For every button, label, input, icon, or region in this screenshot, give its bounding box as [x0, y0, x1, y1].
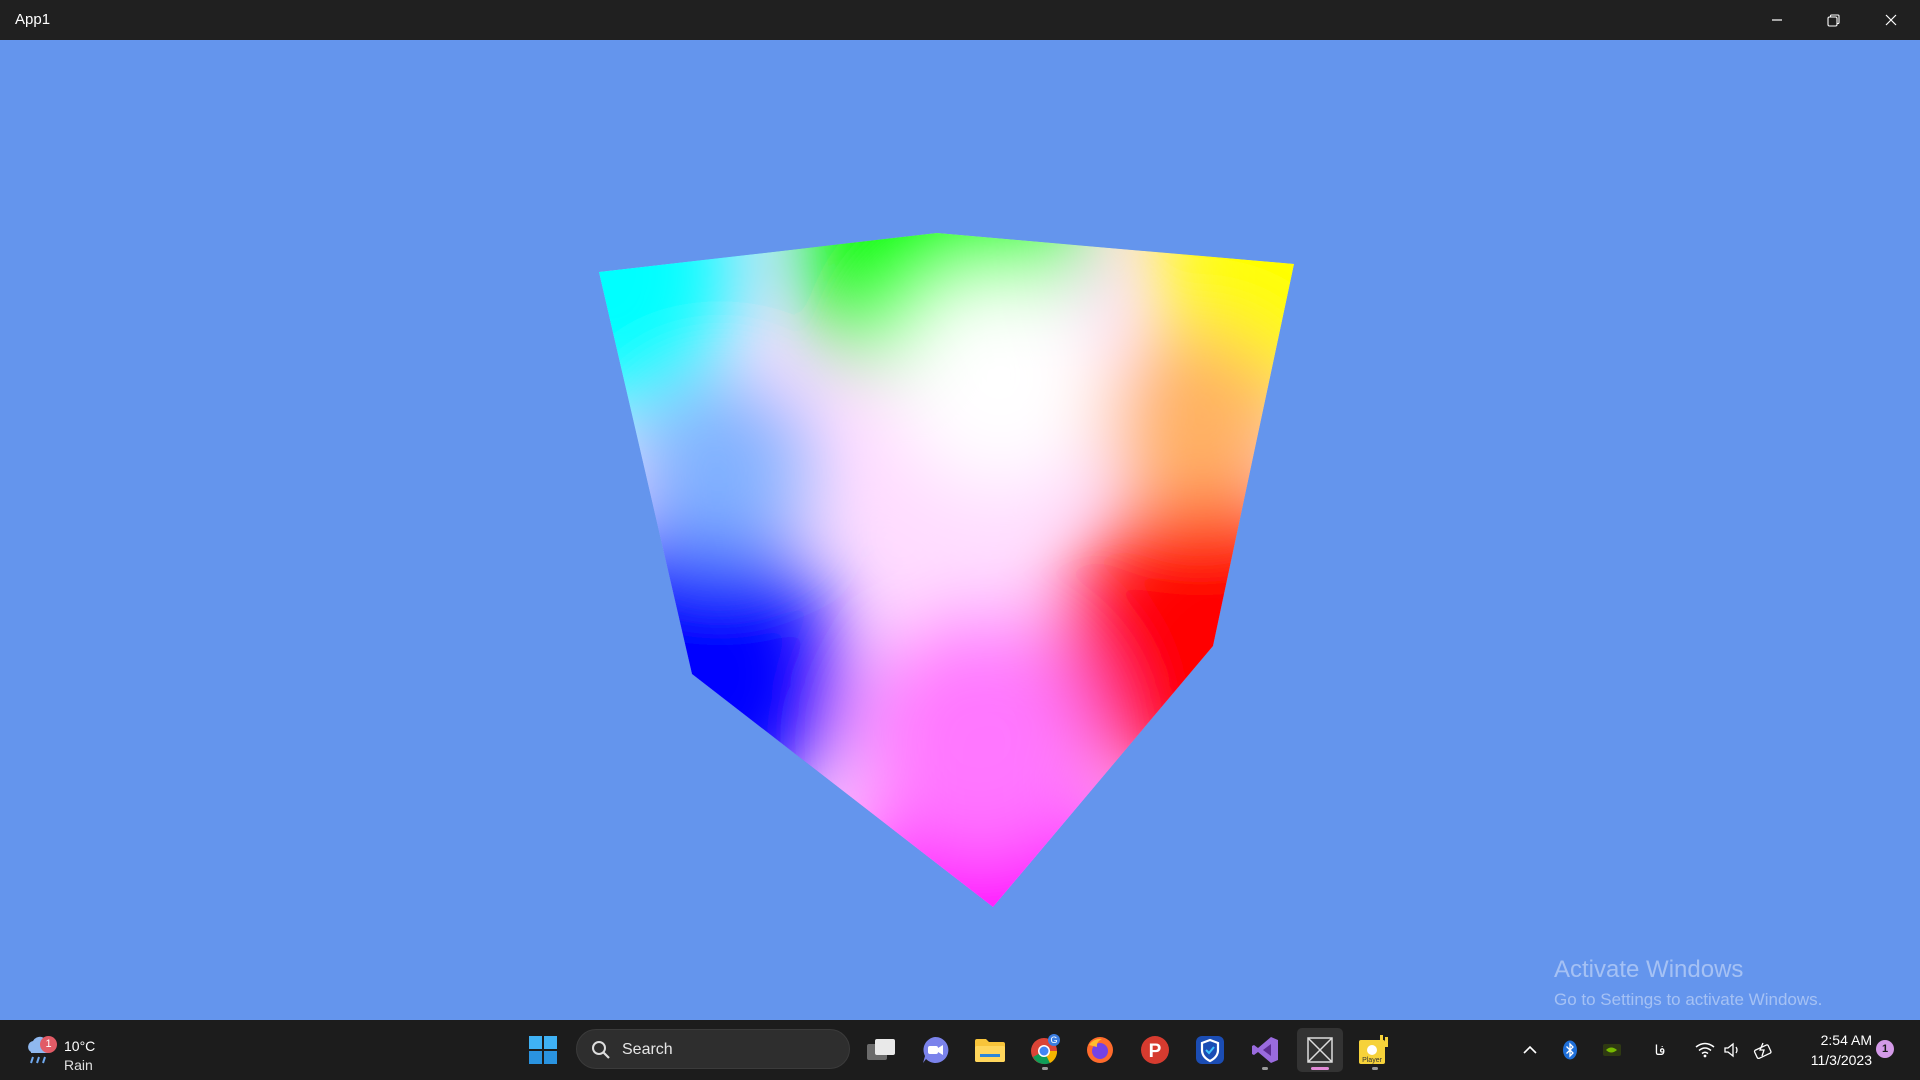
- taskbar-app-player[interactable]: Player: [1352, 1028, 1398, 1072]
- taskbar-search[interactable]: Search: [576, 1029, 850, 1069]
- running-indicator: [1262, 1067, 1268, 1070]
- active-indicator: [1311, 1067, 1329, 1070]
- tray-nvidia[interactable]: [1600, 1038, 1624, 1062]
- weather-temp: 10°C: [64, 1038, 96, 1054]
- activate-windows-watermark: Activate Windows Go to Settings to activ…: [1554, 956, 1822, 1010]
- weather-condition: Rain: [64, 1057, 93, 1073]
- search-label: Search: [622, 1041, 673, 1058]
- running-indicator: [1372, 1067, 1378, 1070]
- search-icon: [592, 1041, 610, 1059]
- taskbar-clock[interactable]: 2:54 AM 11/3/2023: [1782, 1030, 1872, 1070]
- close-button[interactable]: [1862, 0, 1919, 40]
- tray-volume[interactable]: [1721, 1038, 1745, 1062]
- minimize-button[interactable]: [1748, 0, 1805, 40]
- shield-app-icon: [1196, 1036, 1224, 1064]
- volume-icon: [1724, 1042, 1738, 1058]
- clock-date: 11/3/2023: [1810, 1052, 1872, 1068]
- taskbar-app-file-explorer[interactable]: [967, 1028, 1013, 1072]
- start-button[interactable]: [520, 1028, 566, 1072]
- video-chat-icon: [923, 1036, 949, 1063]
- taskbar-app-firefox[interactable]: [1077, 1028, 1123, 1072]
- tray-bluetooth[interactable]: [1558, 1038, 1582, 1062]
- p-app-icon: P: [1141, 1036, 1169, 1064]
- restore-icon: [1827, 13, 1840, 27]
- wifi-icon: [1695, 1042, 1715, 1058]
- task-view-icon: [867, 1039, 895, 1060]
- chrome-badge: G: [1050, 1035, 1057, 1045]
- player-label: Player: [1362, 1057, 1383, 1064]
- restore-button[interactable]: [1805, 0, 1862, 40]
- tray-battery[interactable]: [1752, 1038, 1776, 1062]
- chevron-up-icon: [1523, 1045, 1537, 1054]
- render-viewport[interactable]: Activate Windows Go to Settings to activ…: [0, 40, 1920, 1020]
- close-icon: [1885, 14, 1896, 26]
- minimize-icon: [1771, 19, 1782, 21]
- firefox-icon: [1087, 1037, 1113, 1063]
- svg-text:P: P: [1149, 1041, 1162, 1062]
- taskbar-app-visual-studio[interactable]: [1242, 1028, 1288, 1072]
- app1-window-icon: [1307, 1037, 1333, 1063]
- tray-wifi[interactable]: [1693, 1038, 1717, 1062]
- language-indicator[interactable]: فا: [1648, 1038, 1672, 1062]
- folder-icon: [975, 1039, 1005, 1062]
- visual-studio-icon: [1252, 1037, 1278, 1063]
- chrome-icon: G: [1031, 1034, 1060, 1065]
- show-hidden-icons-button[interactable]: [1518, 1038, 1542, 1062]
- bluetooth-icon: [1563, 1040, 1577, 1060]
- notification-badge[interactable]: 1: [1876, 1040, 1894, 1058]
- nvidia-icon: [1603, 1044, 1621, 1056]
- taskbar-app-meet[interactable]: [912, 1028, 958, 1072]
- rgb-color-cube: [599, 233, 1294, 907]
- taskbar-app-psiphon[interactable]: P: [1132, 1028, 1178, 1072]
- player-icon: Player: [1359, 1035, 1388, 1064]
- weather-widget[interactable]: 1 10°C Rain: [18, 1028, 108, 1073]
- window-title: App1: [15, 11, 51, 28]
- battery-icon: [1753, 1042, 1772, 1059]
- watermark-subtitle: Go to Settings to activate Windows.: [1554, 990, 1823, 1009]
- windows-start-icon: [529, 1036, 557, 1064]
- taskbar-app-vpn[interactable]: [1187, 1028, 1233, 1072]
- taskbar-app-chrome[interactable]: G: [1022, 1028, 1068, 1072]
- task-view-button[interactable]: [858, 1028, 904, 1072]
- running-indicator: [1042, 1067, 1048, 1070]
- taskbar-app-app1[interactable]: [1297, 1028, 1343, 1072]
- clock-time: 2:54 AM: [1820, 1032, 1872, 1048]
- weather-badge: 1: [40, 1036, 57, 1053]
- watermark-title: Activate Windows: [1554, 956, 1744, 983]
- title-bar[interactable]: App1: [0, 0, 1920, 40]
- taskbar: 1 10°C Rain Search G P Player فا 2:54 AM…: [0, 1020, 1920, 1080]
